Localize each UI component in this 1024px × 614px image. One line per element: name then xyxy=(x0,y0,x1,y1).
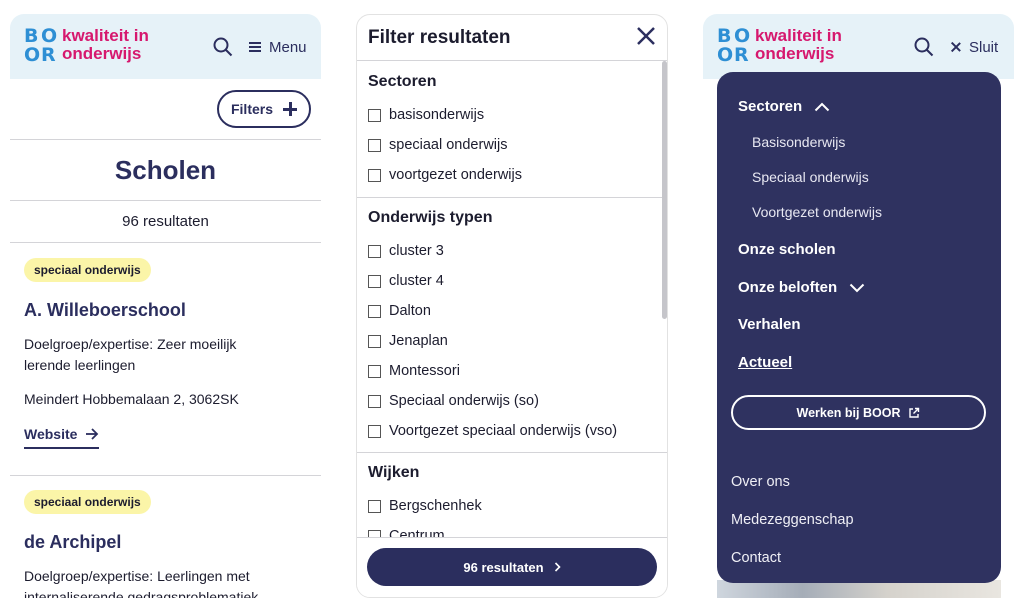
nav-item-onze-beloften[interactable]: Onze beloften xyxy=(738,279,865,296)
filter-option[interactable]: Dalton xyxy=(368,303,431,319)
scrollbar-thumb[interactable] xyxy=(662,61,667,319)
checkbox[interactable] xyxy=(368,274,381,288)
section-title-wijken: Wijken xyxy=(368,464,420,481)
filter-option[interactable]: Voortgezet speciaal onderwijs (vso) xyxy=(368,423,617,439)
werken-bij-boor-button[interactable]: Werken bij BOOR xyxy=(731,395,986,430)
chevron-up-icon xyxy=(814,102,830,111)
boor-logo[interactable]: BO OR kwaliteit in onderwijs xyxy=(717,27,857,67)
school-name[interactable]: de Archipel xyxy=(24,532,307,553)
checkbox[interactable] xyxy=(368,304,381,318)
navigation-screen: BO OR kwaliteit in onderwijs Sluit Sector… xyxy=(703,14,1014,598)
close-icon xyxy=(951,42,961,52)
website-link[interactable]: Website xyxy=(24,426,100,449)
boor-logo-mark: BO OR xyxy=(24,25,58,66)
school-list-screen: BO OR kwaliteit in onderwijs Menu Filters… xyxy=(10,14,321,598)
site-header: BO OR kwaliteit in onderwijs Sluit xyxy=(703,14,1014,79)
nav-menu: Sectoren Basisonderwijs Speciaal onderwi… xyxy=(717,72,1001,583)
checkbox[interactable] xyxy=(368,424,381,438)
divider xyxy=(10,242,321,243)
logo-text: kwaliteit in onderwijs xyxy=(62,26,149,63)
filters-button[interactable]: Filters xyxy=(217,90,311,128)
website-label: Website xyxy=(24,426,78,442)
nav-sub-item[interactable]: Basisonderwijs xyxy=(752,134,845,150)
nav-item-verhalen[interactable]: Verhalen xyxy=(738,316,801,333)
hamburger-icon xyxy=(249,42,261,52)
checkbox[interactable] xyxy=(368,138,381,152)
section-title-onderwijs-typen: Onderwijs typen xyxy=(368,209,493,226)
checkbox[interactable] xyxy=(368,499,381,513)
nav-sub-item[interactable]: Voortgezet onderwijs xyxy=(752,204,882,220)
school-address: Meindert Hobbemalaan 2, 3062SK xyxy=(24,391,239,407)
chevron-down-icon xyxy=(849,283,865,292)
nav-link-medezeggenschap[interactable]: Medezeggenschap xyxy=(731,512,854,528)
filter-option[interactable]: Bergschenhek xyxy=(368,498,482,514)
arrow-right-icon xyxy=(86,428,99,440)
school-card: speciaal onderwijs A. Willeboerschool Do… xyxy=(24,258,307,449)
divider xyxy=(10,139,321,140)
sector-tag: speciaal onderwijs xyxy=(24,490,151,514)
logo-text: kwaliteit in onderwijs xyxy=(755,26,842,63)
checkbox[interactable] xyxy=(368,394,381,408)
external-link-icon xyxy=(909,407,920,418)
nav-item-onze-scholen[interactable]: Onze scholen xyxy=(738,241,836,258)
boor-logo-mark: BO OR xyxy=(717,25,751,66)
page-title: Scholen xyxy=(114,155,217,185)
checkbox[interactable] xyxy=(368,168,381,182)
checkbox[interactable] xyxy=(368,364,381,378)
boor-logo[interactable]: BO OR kwaliteit in onderwijs xyxy=(24,27,164,67)
school-name[interactable]: A. Willeboerschool xyxy=(24,300,307,321)
menu-button[interactable]: Menu xyxy=(249,36,307,58)
divider xyxy=(10,475,321,476)
checkbox[interactable] xyxy=(368,244,381,258)
filter-title: Filter resultaten xyxy=(368,27,511,48)
filter-option[interactable]: cluster 4 xyxy=(368,273,444,289)
nav-item-actueel[interactable]: Actueel xyxy=(738,354,792,371)
nav-link-contact[interactable]: Contact xyxy=(731,550,781,566)
filter-footer: 96 resultaten xyxy=(357,537,667,597)
result-count: 96 resultaten xyxy=(122,213,209,230)
filter-option[interactable]: Jenaplan xyxy=(368,333,448,349)
checkbox[interactable] xyxy=(368,334,381,348)
sector-tag: speciaal onderwijs xyxy=(24,258,151,282)
plus-icon xyxy=(283,102,297,116)
filter-panel: Filter resultaten Sectoren basisonderwij… xyxy=(356,14,668,598)
filter-option[interactable]: voortgezet onderwijs xyxy=(368,167,522,183)
filter-scroll-area[interactable]: Sectoren basisonderwijs speciaal onderwi… xyxy=(357,61,667,539)
close-icon[interactable] xyxy=(635,25,657,47)
divider xyxy=(357,197,667,198)
checkbox[interactable] xyxy=(368,108,381,122)
close-menu-button[interactable]: Sluit xyxy=(951,36,998,58)
nav-sub-item[interactable]: Speciaal onderwijs xyxy=(752,169,869,185)
results-button-label: 96 resultaten xyxy=(463,559,544,575)
divider xyxy=(10,200,321,201)
nav-item-sectoren[interactable]: Sectoren xyxy=(738,98,830,115)
filter-option[interactable]: Montessori xyxy=(368,363,460,379)
chevron-right-icon xyxy=(554,562,561,572)
nav-link-over-ons[interactable]: Over ons xyxy=(731,474,790,490)
search-icon[interactable] xyxy=(913,36,935,58)
section-title-sectoren: Sectoren xyxy=(368,73,437,90)
show-results-button[interactable]: 96 resultaten xyxy=(367,548,657,586)
school-description: Doelgroep/expertise: Leerlingen met inte… xyxy=(24,568,259,598)
school-card: speciaal onderwijs de Archipel Doelgroep… xyxy=(24,490,307,598)
divider xyxy=(357,452,667,453)
school-description: Doelgroep/expertise: Zeer moeilijk leren… xyxy=(24,336,237,373)
filter-option[interactable]: cluster 3 xyxy=(368,243,444,259)
filter-option[interactable]: Speciaal onderwijs (so) xyxy=(368,393,539,409)
filter-header: Filter resultaten xyxy=(357,15,667,61)
filter-option[interactable]: speciaal onderwijs xyxy=(368,137,507,153)
site-header: BO OR kwaliteit in onderwijs Menu xyxy=(10,14,321,79)
filters-label: Filters xyxy=(230,101,273,117)
close-label: Sluit xyxy=(969,38,999,56)
search-icon[interactable] xyxy=(212,36,234,58)
filter-option[interactable]: basisonderwijs xyxy=(368,107,484,123)
menu-label: Menu xyxy=(269,38,307,56)
